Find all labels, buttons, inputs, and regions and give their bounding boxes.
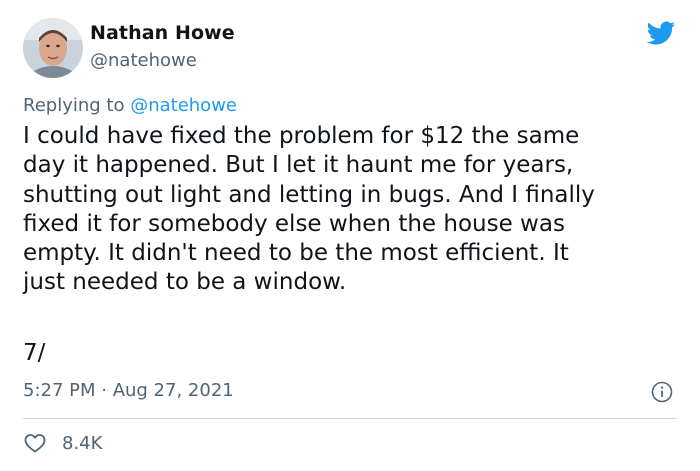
tweet-timestamp[interactable]: 5:27 PM · Aug 27, 2021: [23, 380, 234, 401]
twitter-bird-icon[interactable]: [644, 18, 677, 48]
heart-icon: [24, 434, 46, 453]
tweet-text-line: I could have fixed the problem for $12 t…: [23, 123, 580, 149]
thread-number: 7/: [23, 340, 46, 366]
replying-to-prefix: Replying to: [23, 95, 131, 116]
author-handle[interactable]: @natehowe: [90, 50, 197, 71]
like-button[interactable]: 8.4K: [23, 431, 102, 455]
avatar[interactable]: [23, 18, 83, 78]
tweet-text-line: shutting out light and letting in bugs. …: [23, 181, 595, 208]
tweet-text-line: fixed it for somebody else when the hous…: [23, 210, 565, 237]
divider: [23, 418, 677, 419]
tweet-card: Nathan Howe @natehowe Replying to @nateh…: [0, 0, 700, 471]
tweet-text: I could have fixed the problem for $12 t…: [23, 122, 673, 298]
author-name[interactable]: Nathan Howe: [90, 22, 235, 44]
tweet-text-line: empty. It didn't need to be the most eff…: [23, 240, 569, 267]
like-count: 8.4K: [62, 432, 103, 454]
info-icon[interactable]: [650, 380, 674, 404]
reply-mention-link[interactable]: @natehowe: [130, 95, 237, 116]
avatar-image: [23, 18, 83, 78]
tweet-text-line: just needed to be a window.: [23, 269, 347, 296]
replying-to: Replying to @natehowe: [23, 95, 237, 116]
tweet-text-line: day it happened. But I let it haunt me f…: [23, 152, 574, 179]
